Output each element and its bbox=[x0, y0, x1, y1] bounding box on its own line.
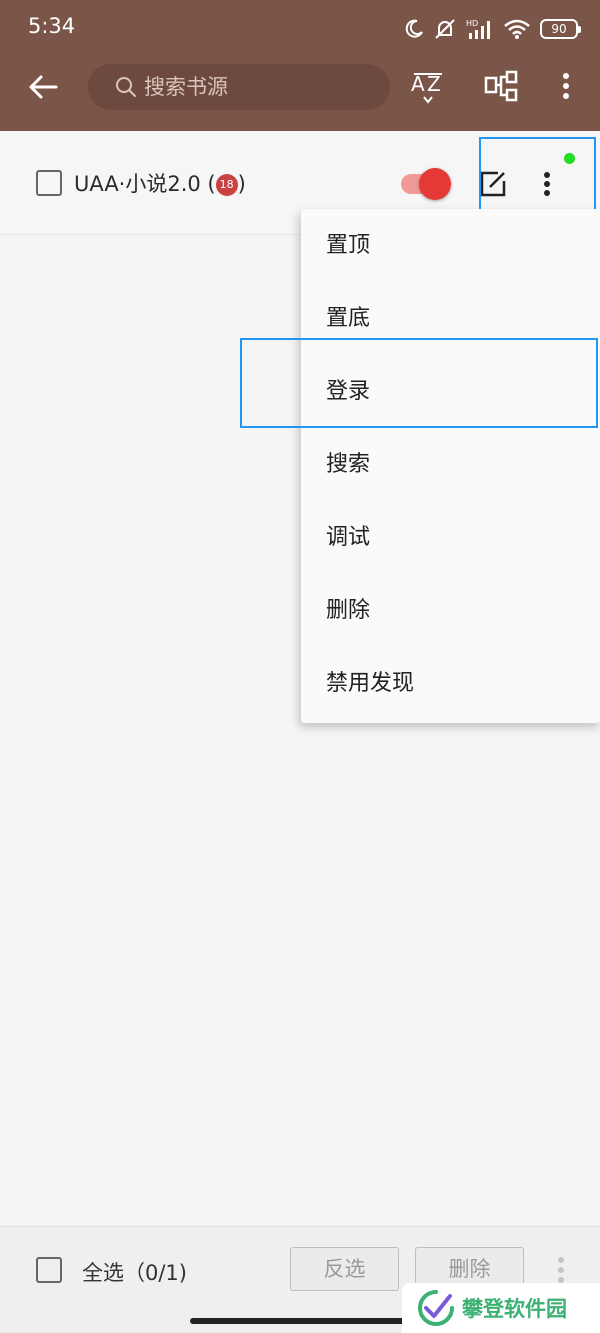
app-bar: 5:34 HD 90 搜索书源 A Z bbox=[0, 0, 600, 131]
source-name-text: UAA·小说2.0 ( bbox=[74, 172, 216, 196]
battery-indicator: 90 bbox=[540, 19, 581, 39]
back-arrow-icon[interactable] bbox=[24, 68, 62, 106]
menu-item-debug[interactable]: 调试 bbox=[301, 501, 600, 574]
indicator-dot bbox=[564, 153, 575, 164]
sort-az-icon[interactable]: A Z bbox=[408, 66, 448, 106]
watermark-text: 攀登软件园 bbox=[462, 1297, 567, 1321]
highlight-box-login bbox=[240, 338, 598, 428]
context-menu: 置顶 置底 登录 搜索 调试 删除 禁用发现 bbox=[301, 209, 600, 723]
source-checkbox[interactable] bbox=[36, 170, 62, 196]
group-icon[interactable] bbox=[482, 66, 522, 106]
menu-item-disable-explore[interactable]: 禁用发现 bbox=[301, 647, 600, 720]
watermark: 攀登软件园 bbox=[402, 1283, 600, 1333]
svg-text:A: A bbox=[411, 72, 425, 96]
search-bar[interactable] bbox=[88, 64, 390, 110]
invert-selection-button[interactable]: 反选 bbox=[290, 1247, 399, 1291]
search-input[interactable] bbox=[144, 75, 364, 99]
select-all-checkbox[interactable] bbox=[36, 1257, 62, 1283]
status-time: 5:34 bbox=[28, 14, 76, 38]
svg-text:Z: Z bbox=[427, 72, 441, 96]
menu-item-delete[interactable]: 删除 bbox=[301, 574, 600, 647]
bottom-more-icon[interactable] bbox=[548, 1253, 574, 1287]
status-icons: HD 90 bbox=[404, 16, 581, 42]
wifi-icon bbox=[504, 19, 530, 39]
source-name-suffix: ) bbox=[237, 172, 246, 196]
svg-text:HD: HD bbox=[466, 19, 478, 28]
adult-18-badge: 18 bbox=[215, 174, 238, 196]
source-name: UAA·小说2.0 (18) bbox=[74, 168, 246, 198]
home-indicator[interactable] bbox=[190, 1318, 412, 1324]
more-vert-icon[interactable] bbox=[546, 66, 586, 106]
mute-icon bbox=[435, 19, 455, 39]
watermark-logo-icon bbox=[418, 1290, 454, 1326]
signal-icon: HD bbox=[466, 19, 490, 39]
menu-item-top[interactable]: 置顶 bbox=[301, 209, 600, 282]
menu-item-search[interactable]: 搜索 bbox=[301, 428, 600, 501]
select-all-label[interactable]: 全选（0/1) bbox=[82, 1257, 187, 1287]
enable-switch[interactable] bbox=[419, 168, 451, 200]
search-icon bbox=[116, 77, 136, 97]
moon-icon bbox=[405, 19, 423, 38]
